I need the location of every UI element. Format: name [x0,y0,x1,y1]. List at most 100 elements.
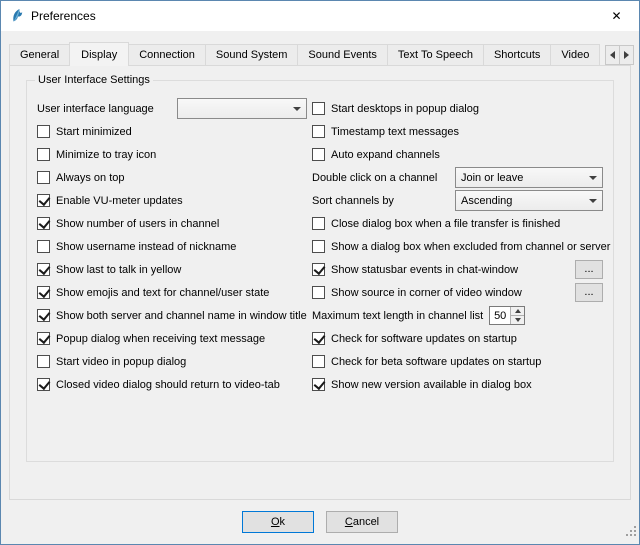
checkbox-video-source-corner[interactable]: Show source in corner of video window [312,286,522,299]
checkbox-label: Show a dialog box when excluded from cha… [331,241,610,253]
checkbox-label: Minimize to tray icon [56,149,156,161]
checkbox-icon[interactable] [37,194,50,207]
window-title: Preferences [31,9,594,23]
checkbox-label: Show username instead of nickname [56,241,236,253]
app-icon [9,8,25,24]
tab-connection[interactable]: Connection [128,44,206,65]
max-text-length-spinner[interactable]: 50 [489,306,525,325]
checkbox-auto-expand-channels[interactable]: Auto expand channels [312,143,603,166]
checkbox-server-channel-title[interactable]: Show both server and channel name in win… [37,304,312,327]
language-label: User interface language [37,103,177,115]
checkbox-desktops-popup[interactable]: Start desktops in popup dialog [312,97,603,120]
checkbox-label: Show both server and channel name in win… [56,310,307,322]
checkbox-label: Start desktops in popup dialog [331,103,479,115]
checkbox-icon[interactable] [312,148,325,161]
checkbox-label: Timestamp text messages [331,126,459,138]
spinner-value: 50 [490,307,510,324]
checkbox-icon[interactable] [37,286,50,299]
checkbox-show-user-count[interactable]: Show number of users in channel [37,212,312,235]
chevron-down-icon [589,199,597,203]
checkbox-label: Start minimized [56,126,132,138]
left-column: User interface language Start minimized … [37,97,312,396]
tab-video[interactable]: Video [550,44,600,65]
checkbox-icon[interactable] [312,378,325,391]
checkbox-label: Show source in corner of video window [331,287,522,299]
cancel-button[interactable]: Cancel [326,511,398,533]
checkbox-icon[interactable] [312,240,325,253]
checkbox-icon[interactable] [37,355,50,368]
checkbox-icon[interactable] [37,125,50,138]
checkbox-icon[interactable] [37,171,50,184]
checkbox-icon[interactable] [37,332,50,345]
checkbox-dialog-when-excluded[interactable]: Show a dialog box when excluded from cha… [312,235,603,258]
checkbox-minimize-to-tray[interactable]: Minimize to tray icon [37,143,312,166]
checkbox-timestamp-messages[interactable]: Timestamp text messages [312,120,603,143]
video-source-row: Show source in corner of video window ..… [312,281,603,304]
tab-scroll-right-icon[interactable] [619,45,634,65]
checkbox-label: Show statusbar events in chat-window [331,264,518,276]
spin-down-icon[interactable] [511,316,524,324]
checkbox-label: Close dialog box when a file transfer is… [331,218,560,230]
tab-shortcuts[interactable]: Shortcuts [483,44,551,65]
double-click-select[interactable]: Join or leave [455,167,603,188]
checkbox-icon[interactable] [312,355,325,368]
checkbox-icon[interactable] [312,332,325,345]
checkbox-beta-updates-startup[interactable]: Check for beta software updates on start… [312,350,603,373]
checkbox-video-popup[interactable]: Start video in popup dialog [37,350,312,373]
checkbox-icon[interactable] [37,217,50,230]
checkbox-updates-startup[interactable]: Check for software updates on startup [312,327,603,350]
checkbox-start-minimized[interactable]: Start minimized [37,120,312,143]
checkbox-icon[interactable] [312,217,325,230]
tab-sound-system[interactable]: Sound System [205,44,299,65]
checkbox-label: Popup dialog when receiving text message [56,333,265,345]
tab-display[interactable]: Display [69,42,129,66]
tab-scroll-buttons [606,45,634,65]
right-column: Start desktops in popup dialog Timestamp… [312,97,603,396]
ok-button[interactable]: Ok [242,511,314,533]
checkbox-icon[interactable] [37,263,50,276]
double-click-value: Join or leave [461,172,523,184]
video-source-options-button[interactable]: ... [575,283,603,302]
checkbox-last-talk-yellow[interactable]: Show last to talk in yellow [37,258,312,281]
checkbox-close-on-transfer[interactable]: Close dialog box when a file transfer is… [312,212,603,235]
checkbox-icon[interactable] [37,378,50,391]
tab-sound-events[interactable]: Sound Events [297,44,388,65]
checkbox-label: Auto expand channels [331,149,440,161]
checkbox-video-return-tab[interactable]: Closed video dialog should return to vid… [37,373,312,396]
checkbox-label: Start video in popup dialog [56,356,186,368]
spin-up-icon[interactable] [511,307,524,316]
checkbox-label: Show number of users in channel [56,218,219,230]
checkbox-emojis-text-state[interactable]: Show emojis and text for channel/user st… [37,281,312,304]
tab-general[interactable]: General [9,44,70,65]
checkbox-icon[interactable] [312,263,325,276]
resize-grip[interactable] [624,524,637,542]
checkbox-label: Show new version available in dialog box [331,379,532,391]
max-text-length-label: Maximum text length in channel list [312,310,483,322]
close-button[interactable]: ✕ [594,1,639,31]
group-title: User Interface Settings [35,74,153,86]
title-bar[interactable]: Preferences ✕ [1,1,639,31]
language-select[interactable] [177,98,307,119]
checkbox-vu-meter-updates[interactable]: Enable VU-meter updates [37,189,312,212]
checkbox-icon[interactable] [312,286,325,299]
tab-text-to-speech[interactable]: Text To Speech [387,44,484,65]
checkbox-label: Always on top [56,172,124,184]
sort-channels-select[interactable]: Ascending [455,190,603,211]
statusbar-events-row: Show statusbar events in chat-window ... [312,258,603,281]
checkbox-icon[interactable] [312,125,325,138]
checkbox-icon[interactable] [37,309,50,322]
checkbox-statusbar-events[interactable]: Show statusbar events in chat-window [312,263,518,276]
checkbox-username-instead-nickname[interactable]: Show username instead of nickname [37,235,312,258]
sort-channels-value: Ascending [461,195,512,207]
checkbox-icon[interactable] [37,148,50,161]
checkbox-icon[interactable] [37,240,50,253]
tab-scroll-left-icon[interactable] [605,45,620,65]
checkbox-new-version-dialog[interactable]: Show new version available in dialog box [312,373,603,396]
display-tab-page: User Interface Settings User interface l… [9,65,631,500]
statusbar-events-options-button[interactable]: ... [575,260,603,279]
checkbox-always-on-top[interactable]: Always on top [37,166,312,189]
checkbox-popup-text-message[interactable]: Popup dialog when receiving text message [37,327,312,350]
max-text-length-row: Maximum text length in channel list 50 [312,304,603,327]
checkbox-icon[interactable] [312,102,325,115]
spinner-buttons [510,307,524,324]
